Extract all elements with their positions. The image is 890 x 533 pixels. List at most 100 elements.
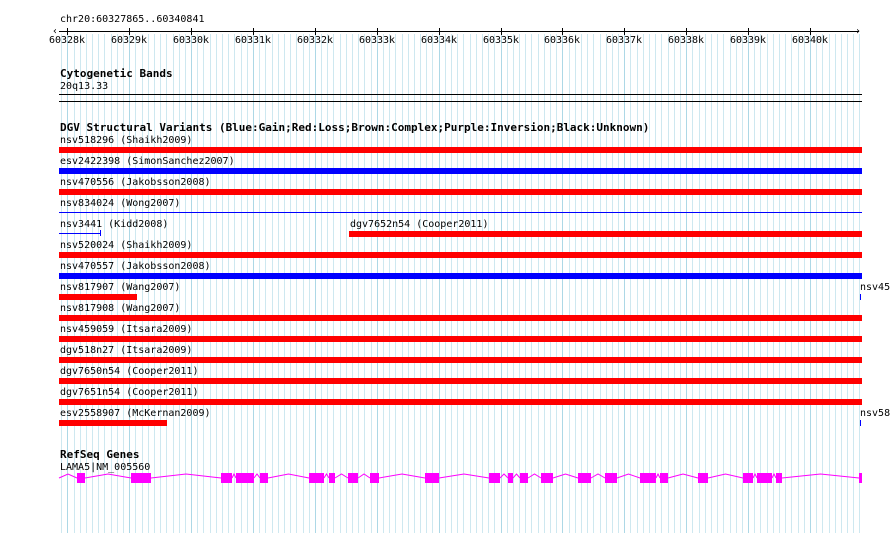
exon[interactable] — [489, 473, 500, 483]
variant-bar-end — [100, 230, 101, 236]
exon[interactable] — [77, 473, 85, 483]
ruler-tick-label: 60329k — [110, 35, 148, 46]
intron — [58, 473, 78, 479]
ruler-tick — [377, 28, 378, 35]
variant-label[interactable]: nsv470556 (Jakobsson2008) — [60, 177, 211, 189]
variant-bar-loss[interactable] — [59, 252, 862, 258]
variant-bar-loss[interactable] — [59, 294, 137, 300]
variant-label-clipped[interactable]: nsv58 — [860, 408, 890, 420]
ruler-tick — [315, 28, 316, 35]
variant-label[interactable]: nsv3441 (Kidd2008) — [60, 219, 168, 231]
variant-bar-gain-edge[interactable] — [860, 420, 861, 426]
dgv-track-title[interactable]: DGV Structural Variants (Blue:Gain;Red:L… — [60, 122, 649, 134]
refseq-track-title[interactable]: RefSeq Genes — [60, 449, 139, 461]
ruler-tick — [562, 28, 563, 35]
variant-label[interactable]: dgv518n27 (Itsara2009) — [60, 345, 192, 357]
variant-bar-loss[interactable] — [59, 357, 862, 363]
ruler-tick-label: 60338k — [667, 35, 705, 46]
cytoband-track-title[interactable]: Cytogenetic Bands — [60, 68, 173, 80]
exon[interactable] — [329, 473, 335, 483]
exon[interactable] — [260, 473, 268, 483]
intron — [150, 473, 222, 479]
variant-bar-loss[interactable] — [59, 147, 862, 153]
exon[interactable] — [698, 473, 708, 483]
variant-label[interactable]: esv2558907 (McKernan2009) — [60, 408, 211, 420]
intron — [771, 472, 777, 479]
intron — [781, 473, 860, 479]
variant-label[interactable]: nsv834024 (Wong2007) — [60, 198, 180, 210]
exon[interactable] — [221, 473, 232, 483]
intron — [552, 473, 579, 479]
variant-bar-gain-edge[interactable] — [860, 294, 861, 300]
ruler-tick-label: 60336k — [543, 35, 581, 46]
variant-label[interactable]: nsv817908 (Wang2007) — [60, 303, 180, 315]
exon[interactable] — [425, 473, 439, 483]
variant-label-clipped[interactable]: nsv45 — [860, 282, 890, 294]
variant-bar-gain[interactable] — [59, 168, 862, 174]
variant-label[interactable]: nsv470557 (Jakobsson2008) — [60, 261, 211, 273]
exon[interactable] — [131, 473, 151, 483]
intron — [267, 473, 310, 479]
ruler-tick-label: 60335k — [482, 35, 520, 46]
exon[interactable] — [309, 473, 324, 483]
ruler-tick-label: 60334k — [420, 35, 458, 46]
location-label: chr20:60327865..60340841 — [60, 14, 205, 25]
variant-label[interactable]: dgv7651n54 (Cooper2011) — [60, 387, 198, 399]
variant-label[interactable]: nsv817907 (Wang2007) — [60, 282, 180, 294]
exon[interactable] — [605, 473, 617, 483]
exon[interactable] — [776, 473, 782, 483]
intron — [527, 473, 542, 479]
ruler-tick — [439, 28, 440, 35]
intron — [616, 473, 641, 479]
ruler-tick-label: 60331k — [234, 35, 272, 46]
exon[interactable] — [508, 473, 513, 483]
variant-label[interactable]: dgv7652n54 (Cooper2011) — [350, 219, 488, 231]
cytoband-line-bottom — [59, 101, 862, 102]
cytoband-line-top — [59, 94, 862, 95]
variant-bar-loss[interactable] — [59, 378, 862, 384]
gene-model-lama5[interactable] — [0, 470, 890, 486]
intron — [253, 473, 261, 479]
intron — [323, 473, 330, 479]
intron — [499, 473, 509, 479]
intron — [438, 473, 490, 479]
variant-label[interactable]: esv2422398 (SimonSanchez2007) — [60, 156, 235, 168]
exon[interactable] — [370, 473, 379, 483]
ruler-tick-label: 60333k — [358, 35, 396, 46]
exon[interactable] — [520, 473, 528, 483]
variant-bar-gain-thin[interactable] — [59, 212, 862, 213]
variant-label[interactable]: nsv520024 (Shaikh2009) — [60, 240, 192, 252]
exon[interactable] — [541, 473, 553, 483]
variant-bar-loss[interactable] — [59, 336, 862, 342]
variant-bar-loss[interactable] — [59, 315, 862, 321]
ruler-tick-label: 60337k — [605, 35, 643, 46]
variant-label[interactable]: dgv7650n54 (Cooper2011) — [60, 366, 198, 378]
exon[interactable] — [859, 473, 862, 483]
variant-bar-gain-thin[interactable] — [59, 233, 101, 234]
intron — [512, 473, 521, 479]
ruler-tick — [686, 28, 687, 35]
intron — [334, 473, 349, 479]
variant-bar-loss[interactable] — [59, 399, 862, 405]
exon[interactable] — [757, 473, 772, 483]
ruler-tick — [748, 28, 749, 35]
ruler-tick — [191, 28, 192, 35]
ruler-tick — [501, 28, 502, 35]
exon[interactable] — [640, 473, 656, 483]
variant-label[interactable]: nsv459059 (Itsara2009) — [60, 324, 192, 336]
exon[interactable] — [743, 473, 753, 483]
exon[interactable] — [660, 473, 668, 483]
intron — [590, 473, 606, 479]
exon[interactable] — [236, 473, 254, 483]
intron — [667, 473, 699, 479]
variant-bar-loss[interactable] — [59, 189, 862, 195]
variant-bar-loss[interactable] — [349, 231, 862, 237]
exon[interactable] — [578, 473, 591, 483]
variant-label[interactable]: nsv518296 (Shaikh2009) — [60, 135, 192, 147]
exon[interactable] — [348, 473, 358, 483]
ruler-tick — [810, 28, 811, 35]
ruler-tick-label: 60332k — [296, 35, 334, 46]
variant-bar-gain[interactable] — [59, 273, 862, 279]
variant-bar-loss[interactable] — [59, 420, 167, 426]
intron — [378, 473, 426, 479]
